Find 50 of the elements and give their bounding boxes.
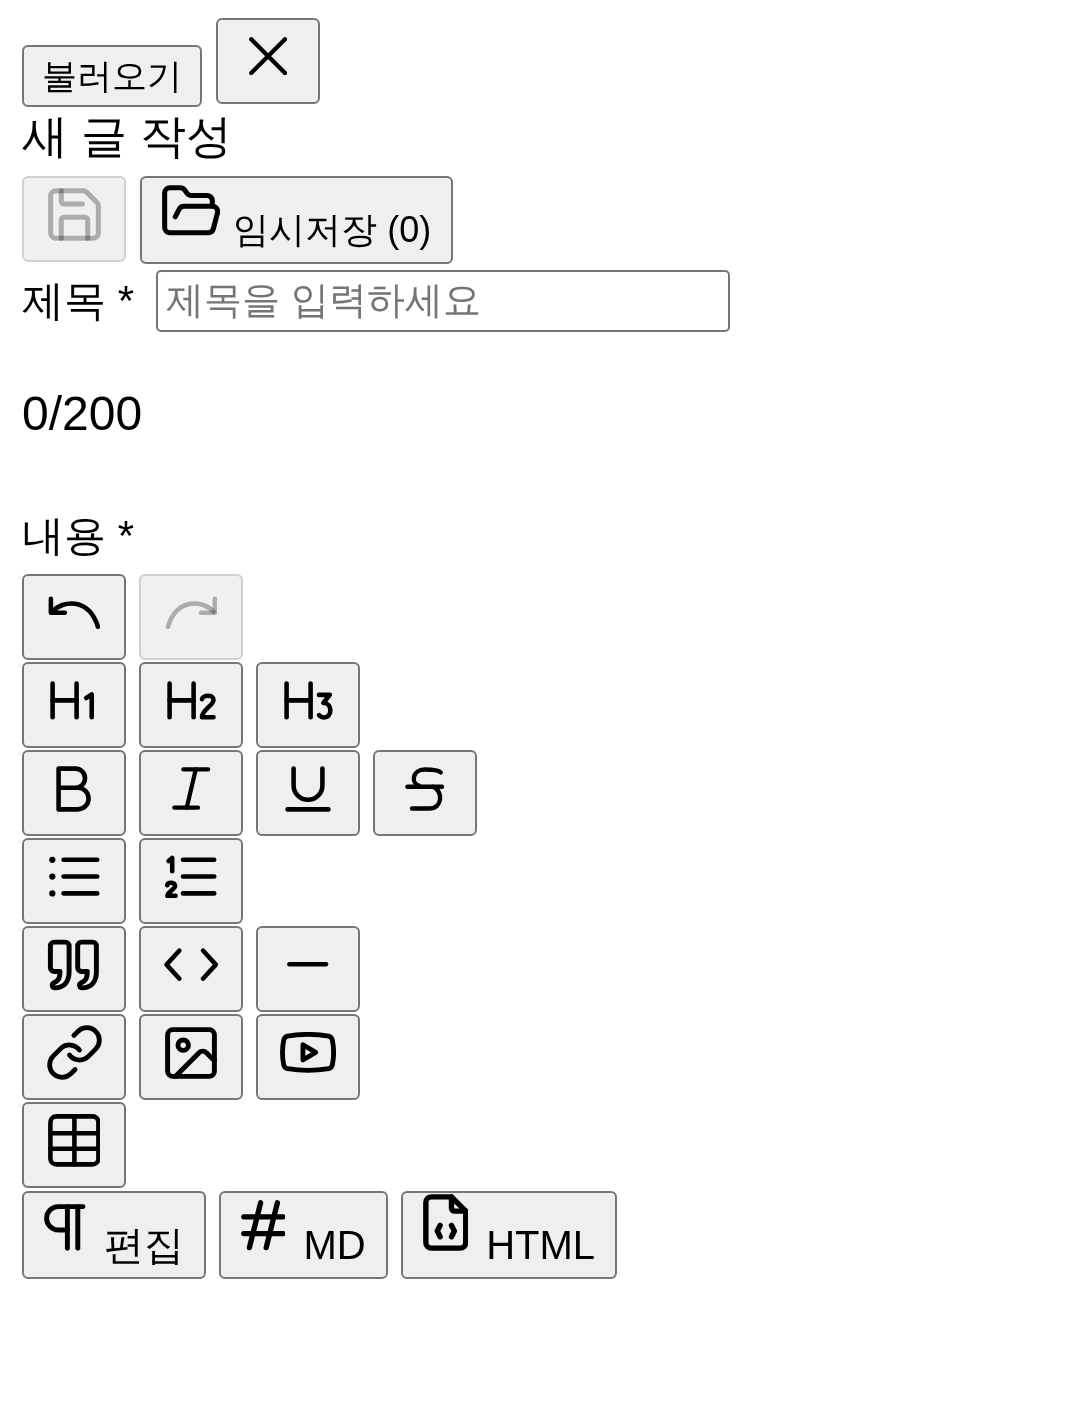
character-counter: 0/200 <box>22 385 144 442</box>
title-label: 제목 * <box>22 275 134 326</box>
image-icon <box>165 1026 217 1079</box>
content-label: 내용 * <box>22 511 134 561</box>
html-mode-button[interactable]: HTML <box>400 1190 618 1279</box>
image-button[interactable] <box>139 1013 243 1100</box>
table-icon <box>47 1114 101 1167</box>
italic-button[interactable] <box>139 749 243 836</box>
file-code-icon <box>422 1193 469 1251</box>
folder-icon <box>162 185 221 236</box>
quote-icon <box>46 938 102 991</box>
undo-icon <box>47 595 101 630</box>
quote-button[interactable] <box>22 925 126 1012</box>
pilcrow-icon <box>44 1203 86 1251</box>
table-button[interactable] <box>22 1101 126 1188</box>
link-button[interactable] <box>22 1013 126 1100</box>
code-button[interactable] <box>139 925 243 1012</box>
underline-button[interactable] <box>256 749 360 836</box>
undo-button[interactable] <box>22 573 126 660</box>
hash-icon <box>240 1200 286 1251</box>
video-button[interactable] <box>256 1013 360 1100</box>
drafts-button[interactable]: 임시저장 (0) <box>140 175 454 264</box>
video-icon <box>279 1032 337 1073</box>
heading-3-button[interactable] <box>256 661 360 748</box>
bold-button[interactable] <box>22 749 126 836</box>
link-icon <box>46 1025 102 1081</box>
redo-icon <box>164 595 218 630</box>
horizontal-line-icon <box>287 962 329 967</box>
load-button[interactable]: 불러오기 <box>22 44 202 107</box>
bullet-list-button[interactable] <box>22 837 126 924</box>
strikethrough-button[interactable] <box>373 749 477 836</box>
heading-1-button[interactable] <box>22 661 126 748</box>
bullet-list-icon <box>47 855 101 899</box>
edit-mode-button[interactable]: 편집 <box>22 1190 206 1279</box>
strikethrough-icon <box>404 765 446 812</box>
heading-2-button[interactable] <box>139 661 243 748</box>
code-icon <box>162 946 220 983</box>
h3-icon <box>282 680 334 721</box>
bold-icon <box>54 764 94 813</box>
close-button[interactable] <box>216 18 320 104</box>
numbered-list-button[interactable] <box>139 837 243 924</box>
title-input[interactable]: 제목을 입력하세요 <box>156 269 730 332</box>
h2-icon <box>165 680 217 721</box>
underline-icon <box>284 764 332 813</box>
close-icon <box>248 37 288 76</box>
italic-icon <box>170 766 212 812</box>
divider-button[interactable] <box>256 925 360 1012</box>
markdown-mode-button[interactable]: MD <box>218 1190 388 1279</box>
numbered-list-icon <box>164 855 218 899</box>
page-heading: 새 글 작성 <box>22 109 233 164</box>
